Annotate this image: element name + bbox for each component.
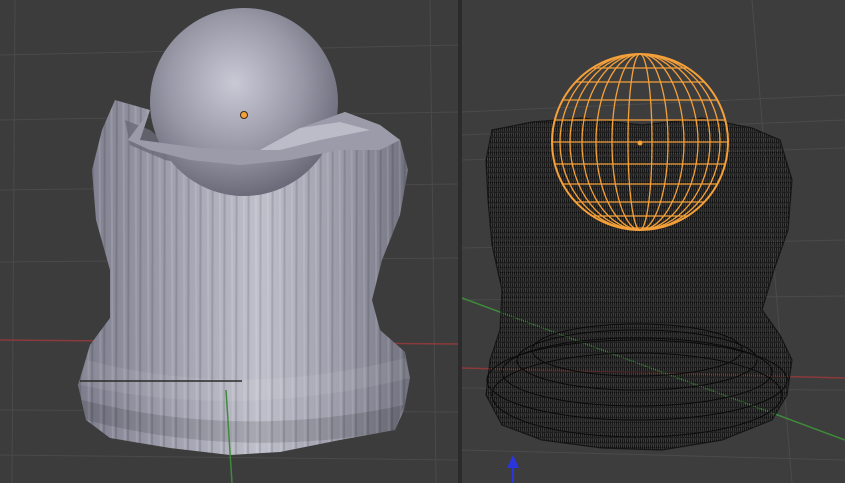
object-origin-icon [240,111,248,119]
cloth-mesh-wireframe [485,117,793,451]
solid-scene [0,0,458,483]
viewport-solid[interactable] [0,0,458,483]
wire-scene [462,0,845,483]
z-axis-arrow-icon [507,455,519,483]
viewport-wireframe[interactable] [462,0,845,483]
object-origin-icon [637,140,643,146]
sphere-solid [150,8,338,196]
